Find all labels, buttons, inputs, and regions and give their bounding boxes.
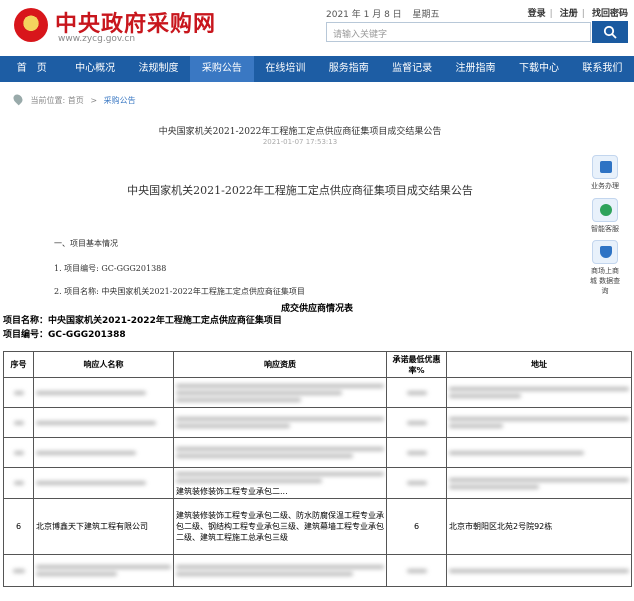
article: 中央国家机关2021-2022年工程施工定点供应商征集项目成交结果公告 2021… xyxy=(0,110,634,300)
search-button[interactable] xyxy=(592,21,628,43)
col-rate: 承诺最低优惠率% xyxy=(386,351,447,378)
col-no: 序号 xyxy=(3,351,34,378)
chatbot-icon xyxy=(592,198,618,222)
table-row xyxy=(3,377,632,408)
auth-links: 登录 | 注册 | 找回密码 xyxy=(527,9,628,19)
row6-qualification: 建筑装修装饰工程专业承包二级、防水防腐保温工程专业承包二级、钢结构工程专业承包三… xyxy=(173,498,387,555)
article-title: 中央国家机关2021-2022年工程施工定点供应商征集项目成交结果公告 xyxy=(158,127,442,137)
breadcrumb-label: 当前位置: xyxy=(30,96,66,105)
nav-contact[interactable]: 联系我们 xyxy=(571,56,634,82)
nav-service-guide[interactable]: 服务指南 xyxy=(317,56,380,82)
nav-announcements[interactable]: 采购公告 xyxy=(190,56,254,82)
nav-regulations[interactable]: 法规制度 xyxy=(127,56,190,82)
cart-icon xyxy=(592,240,618,264)
search-icon xyxy=(603,25,617,39)
side-chatbot-label: 智能客服 xyxy=(591,225,619,233)
weekday: 星期五 xyxy=(412,10,440,20)
nav-registration-guide[interactable]: 注册指南 xyxy=(444,56,507,82)
table-row: 建筑装修装饰工程专业承包二... xyxy=(3,467,632,499)
side-business[interactable]: 业务办理 xyxy=(588,155,622,191)
nav-downloads[interactable]: 下载中心 xyxy=(507,56,570,82)
location-pin-icon xyxy=(11,92,25,106)
table-project-name: 项目名称：中央国家机关2021-2022年工程施工定点供应商征集项目 xyxy=(3,316,282,326)
date-line: 2021 年 1 月 8 日 星期五 xyxy=(326,7,448,20)
row6-name: 北京博鑫天下建筑工程有限公司 xyxy=(33,498,174,555)
supplier-table-section: 成交供应商情况表 项目名称：中央国家机关2021-2022年工程施工定点供应商征… xyxy=(0,300,634,601)
breadcrumb: 当前位置: 首页 > 采购公告 xyxy=(11,92,136,106)
supplier-table: 序号 响应人名称 响应资质 承诺最低优惠率% 地址 建筑装修装饰工程专业承包二.… xyxy=(3,351,632,587)
table-row-6: 6 北京博鑫天下建筑工程有限公司 建筑装修装饰工程专业承包二级、防水防腐保温工程… xyxy=(3,498,632,555)
forgot-password-link[interactable]: 找回密码 xyxy=(592,9,628,19)
project-number-item: 1. 项目编号: GC-GGG201388 xyxy=(54,264,167,273)
breadcrumb-separator: > xyxy=(90,96,98,105)
business-icon xyxy=(592,155,618,179)
col-address: 地址 xyxy=(446,351,632,378)
section-heading: 一、项目基本情况 xyxy=(54,239,118,248)
row6-rate: 6 xyxy=(386,498,447,555)
col-qualification: 响应资质 xyxy=(173,351,387,378)
login-link[interactable]: 登录 xyxy=(528,9,546,19)
nav-about[interactable]: 中心概况 xyxy=(63,56,126,82)
table-project-number: 项目编号：GC-GGG201388 xyxy=(3,330,126,340)
table-row xyxy=(3,407,632,438)
site-url: www.zycg.gov.cn xyxy=(58,34,136,44)
article-timestamp: 2021-01-07 17:53:13 xyxy=(262,138,338,146)
date: 2021 年 1 月 8 日 xyxy=(326,10,402,20)
breadcrumb-home[interactable]: 首页 xyxy=(68,96,84,105)
side-mall[interactable]: 商场上商城 数据查询 xyxy=(588,240,622,296)
table-header-row: 序号 响应人名称 响应资质 承诺最低优惠率% 地址 xyxy=(3,351,632,378)
row6-address: 北京市朝阳区北苑2号院92栋 xyxy=(446,498,632,555)
national-emblem-icon xyxy=(14,8,48,42)
site-header: 中央政府采购网 www.zycg.gov.cn 2021 年 1 月 8 日 星… xyxy=(0,0,634,56)
project-name-item: 2. 项目名称: 中央国家机关2021-2022年工程施工定点供应商征集项目 xyxy=(54,287,305,296)
table-row xyxy=(3,437,632,468)
table-row xyxy=(3,554,632,587)
col-name: 响应人名称 xyxy=(33,351,174,378)
nav-supervision[interactable]: 监督记录 xyxy=(380,56,443,82)
nav-home[interactable]: 首 页 xyxy=(0,56,63,82)
side-mall-label: 商场上商城 数据查询 xyxy=(589,267,621,295)
side-business-label: 业务办理 xyxy=(591,182,619,190)
main-nav: 首 页 中心概况 法规制度 采购公告 在线培训 服务指南 监督记录 注册指南 下… xyxy=(0,56,634,82)
row5-qualification-partial: 建筑装修装饰工程专业承包二... xyxy=(173,467,387,499)
search-input[interactable]: 请输入关键字 xyxy=(326,22,591,42)
nav-training[interactable]: 在线培训 xyxy=(254,56,317,82)
register-link[interactable]: 注册 xyxy=(560,9,578,19)
side-chatbot[interactable]: 智能客服 xyxy=(588,198,622,234)
breadcrumb-current[interactable]: 采购公告 xyxy=(104,96,136,105)
article-heading: 中央国家机关2021-2022年工程施工定点供应商征集项目成交结果公告 xyxy=(127,184,473,197)
row6-no: 6 xyxy=(3,498,34,555)
